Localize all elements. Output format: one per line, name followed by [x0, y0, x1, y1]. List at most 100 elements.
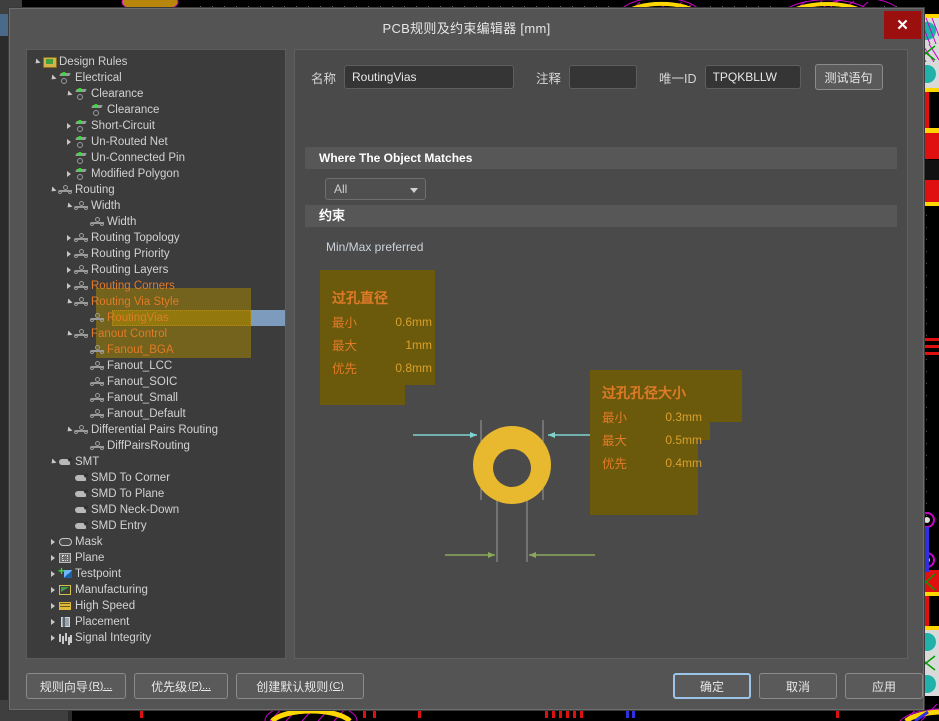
- create-default-label: 创建默认规则: [256, 679, 329, 694]
- priority-mnemonic: (P)...: [188, 680, 211, 692]
- tree-item-routing[interactable]: Routing: [27, 182, 285, 198]
- routing-icon: [74, 198, 89, 214]
- expand-arrow-closed-icon[interactable]: [65, 246, 74, 262]
- rules-tree-panel[interactable]: Design Rules Electrical Clearance Clearance…: [26, 49, 286, 659]
- via-hole-min-value[interactable]: 0.3mm: [665, 410, 702, 424]
- dialog-body: Design Rules Electrical Clearance Clearance…: [10, 44, 923, 709]
- scope-select[interactable]: All: [325, 178, 426, 200]
- expand-arrow-open-icon[interactable]: [49, 182, 58, 198]
- rule-wizard-button[interactable]: 规则向导 (R)...: [26, 673, 126, 699]
- tree-item-label: Short-Circuit: [91, 120, 155, 132]
- tree-item-smd-to-plane[interactable]: SMD To Plane: [27, 486, 285, 502]
- tree-item-short-circuit[interactable]: Short-Circuit: [27, 118, 285, 134]
- priority-button[interactable]: 优先级 (P)...: [134, 673, 228, 699]
- via-hole-pref-value[interactable]: 0.4mm: [665, 456, 702, 470]
- tree-item-clearance[interactable]: Clearance: [27, 102, 285, 118]
- tree-item-routing-via-style[interactable]: Routing Via Style: [27, 294, 285, 310]
- via-diameter-min-row: 最小 0.6mm: [332, 312, 432, 331]
- via-hole-max-value[interactable]: 0.5mm: [665, 433, 702, 447]
- tree-item-smd-entry[interactable]: SMD Entry: [27, 518, 285, 534]
- routing-icon: [90, 342, 105, 358]
- expand-arrow-closed-icon[interactable]: [49, 630, 58, 646]
- create-default-rules-button[interactable]: 创建默认规则 (C): [236, 673, 364, 699]
- test-query-button[interactable]: 测试语句: [814, 64, 883, 90]
- tree-item-modified-polygon[interactable]: Modified Polygon: [27, 166, 285, 182]
- routing-icon: [90, 406, 105, 422]
- expand-arrow-spacer: [65, 502, 74, 518]
- highspeed-icon: [58, 598, 73, 614]
- tree-item-fanout-default[interactable]: Fanout_Default: [27, 406, 285, 422]
- expand-arrow-closed-icon[interactable]: [49, 550, 58, 566]
- via-hole-min-key: 最小: [602, 411, 628, 425]
- tree-item-smt[interactable]: SMT: [27, 454, 285, 470]
- tree-item-routing-layers[interactable]: Routing Layers: [27, 262, 285, 278]
- expand-arrow-open-icon[interactable]: [65, 326, 74, 342]
- tree-item-electrical[interactable]: Electrical: [27, 70, 285, 86]
- tree-item-signal-integrity[interactable]: Signal Integrity: [27, 630, 285, 646]
- unique-id-input[interactable]: [704, 65, 801, 89]
- via-diameter-min-value[interactable]: 0.6mm: [395, 315, 432, 329]
- cancel-button[interactable]: 取消: [759, 673, 837, 699]
- tree-item-plane[interactable]: Plane: [27, 550, 285, 566]
- expand-arrow-closed-icon[interactable]: [49, 614, 58, 630]
- tree-item-smd-neck-down[interactable]: SMD Neck-Down: [27, 502, 285, 518]
- tree-item-fanout-bga[interactable]: Fanout_BGA: [27, 342, 285, 358]
- tree-item-un-connected-pin[interactable]: Un-Connected Pin: [27, 150, 285, 166]
- tree-item-smd-to-corner[interactable]: SMD To Corner: [27, 470, 285, 486]
- pcb-left-panel-stub: [0, 36, 9, 700]
- tree-item-high-speed[interactable]: High Speed: [27, 598, 285, 614]
- expand-arrow-closed-icon[interactable]: [49, 598, 58, 614]
- expand-arrow-closed-icon[interactable]: [65, 278, 74, 294]
- expand-arrow-closed-icon[interactable]: [49, 582, 58, 598]
- apply-button[interactable]: 应用: [845, 673, 923, 699]
- rule-header-form: 名称 注释 唯一ID 测试语句: [311, 64, 897, 90]
- tree-item-routing-topology[interactable]: Routing Topology: [27, 230, 285, 246]
- tree-item-routingvias[interactable]: RoutingVias: [27, 310, 285, 326]
- expand-arrow-closed-icon[interactable]: [65, 230, 74, 246]
- tree-item-differential-pairs-routing[interactable]: Differential Pairs Routing: [27, 422, 285, 438]
- expand-arrow-spacer: [81, 214, 90, 230]
- tree-item-clearance[interactable]: Clearance: [27, 86, 285, 102]
- expand-arrow-closed-icon[interactable]: [49, 566, 58, 582]
- via-hole-max-row: 最大 0.5mm: [602, 430, 702, 449]
- expand-arrow-closed-icon[interactable]: [65, 166, 74, 182]
- tree-item-mask[interactable]: Mask: [27, 534, 285, 550]
- tree-item-routing-priority[interactable]: Routing Priority: [27, 246, 285, 262]
- electrical-icon: [74, 150, 89, 166]
- expand-arrow-open-icon[interactable]: [65, 294, 74, 310]
- expand-arrow-open-icon[interactable]: [49, 70, 58, 86]
- expand-arrow-closed-icon[interactable]: [49, 534, 58, 550]
- expand-arrow-open-icon[interactable]: [33, 54, 42, 70]
- tree-item-un-routed-net[interactable]: Un-Routed Net: [27, 134, 285, 150]
- expand-arrow-spacer: [65, 486, 74, 502]
- tree-item-fanout-small[interactable]: Fanout_Small: [27, 390, 285, 406]
- expand-arrow-open-icon[interactable]: [49, 454, 58, 470]
- comment-input[interactable]: [569, 65, 638, 89]
- name-input[interactable]: [344, 65, 515, 89]
- expand-arrow-open-icon[interactable]: [65, 198, 74, 214]
- close-icon[interactable]: ✕: [884, 11, 921, 39]
- expand-arrow-open-icon[interactable]: [65, 86, 74, 102]
- tree-item-width[interactable]: Width: [27, 214, 285, 230]
- ok-button[interactable]: 确定: [673, 673, 751, 699]
- tree-item-design-rules[interactable]: Design Rules: [27, 54, 285, 70]
- tree-item-manufacturing[interactable]: Manufacturing: [27, 582, 285, 598]
- expand-arrow-closed-icon[interactable]: [65, 118, 74, 134]
- via-hole-max-key: 最大: [602, 434, 628, 448]
- via-diameter-max-value[interactable]: 1mm: [405, 338, 432, 352]
- expand-arrow-open-icon[interactable]: [65, 422, 74, 438]
- expand-arrow-closed-icon[interactable]: [65, 134, 74, 150]
- tree-item-width[interactable]: Width: [27, 198, 285, 214]
- tree-item-fanout-soic[interactable]: Fanout_SOIC: [27, 374, 285, 390]
- tree-item-label: Testpoint: [75, 568, 122, 580]
- expand-arrow-closed-icon[interactable]: [65, 262, 74, 278]
- tree-item-fanout-lcc[interactable]: Fanout_LCC: [27, 358, 285, 374]
- tree-item-testpoint[interactable]: Testpoint: [27, 563, 285, 582]
- tree-item-fanout-control[interactable]: Fanout Control: [27, 326, 285, 342]
- tree-item-routing-corners[interactable]: Routing Corners: [27, 278, 285, 294]
- rules-tree[interactable]: Design Rules Electrical Clearance Clearance…: [27, 50, 285, 646]
- via-diameter-pref-value[interactable]: 0.8mm: [395, 361, 432, 375]
- smd-icon: [74, 518, 89, 534]
- tree-item-diffpairsrouting[interactable]: DiffPairsRouting: [27, 438, 285, 454]
- tree-item-placement[interactable]: Placement: [27, 614, 285, 630]
